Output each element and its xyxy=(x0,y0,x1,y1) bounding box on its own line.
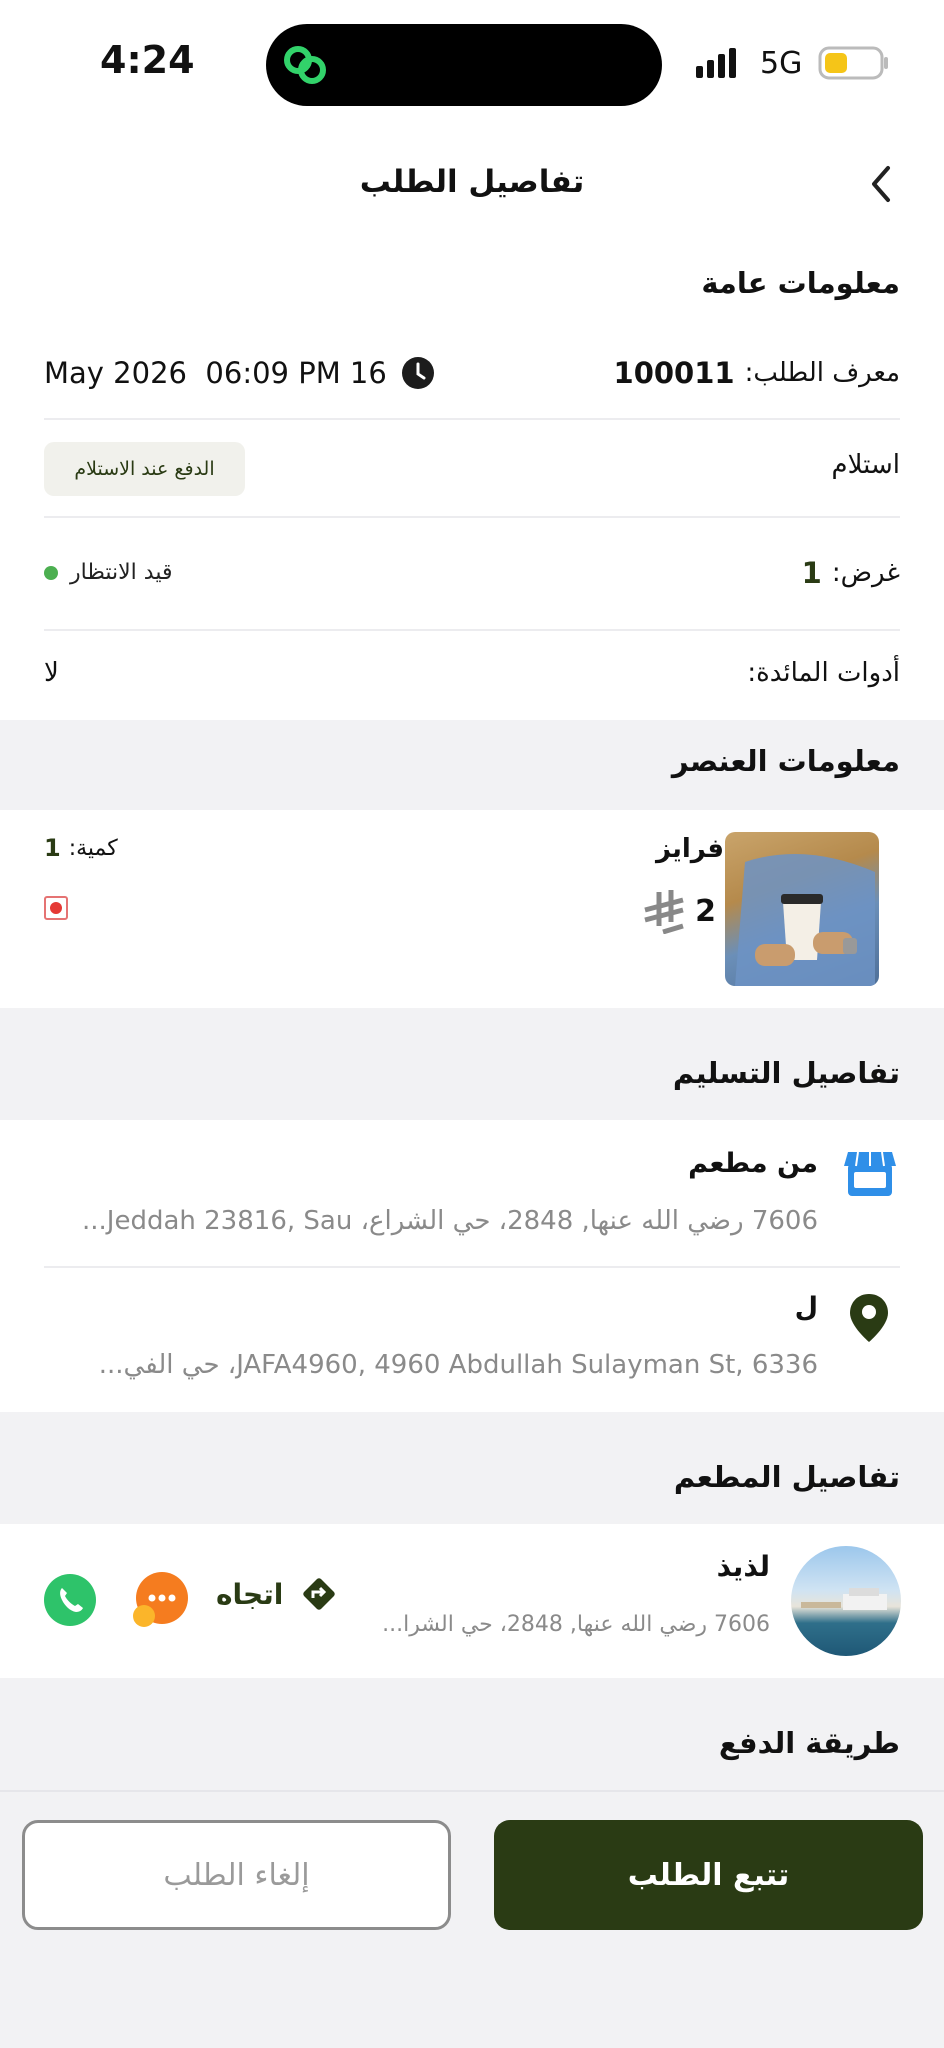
order-datetime: May 2026 06:09 PM 16 xyxy=(44,356,435,390)
purpose-row: غرض: 1 xyxy=(802,556,900,590)
non-veg-indicator-icon xyxy=(44,896,68,920)
payment-section-title: طريقة الدفع xyxy=(718,1726,900,1760)
restaurant-section-title: تفاصيل المطعم xyxy=(673,1460,900,1494)
delivery-section-title: تفاصيل التسليم xyxy=(672,1056,900,1090)
to-title: ل xyxy=(794,1292,818,1323)
network-label: 5G xyxy=(760,46,803,81)
restaurant-header: تفاصيل المطعم xyxy=(0,1412,944,1524)
item-info-header: معلومات العنصر xyxy=(0,720,944,810)
restaurant-address: 7606 رضي الله عنها, 2848، حي الشرا... xyxy=(382,1612,770,1637)
track-order-button[interactable]: تتبع الطلب xyxy=(494,1820,923,1930)
purpose-label: غرض: xyxy=(831,558,900,588)
datetime-text: May 2026 06:09 PM 16 xyxy=(44,356,387,390)
restaurant-avatar xyxy=(791,1546,901,1656)
from-address: 7606 رضي الله عنها, 2848، حي الشراع، Jed… xyxy=(82,1206,818,1236)
harbor-image-icon xyxy=(801,1588,887,1610)
delivery-header: تفاصيل التسليم xyxy=(0,1008,944,1120)
item-image xyxy=(725,832,879,986)
status-bar: 4:24 5G xyxy=(0,0,944,120)
location-pin-icon xyxy=(850,1294,888,1342)
signal-icon xyxy=(696,48,736,78)
cutlery-value: لا xyxy=(44,658,59,688)
direction-button[interactable]: اتجاه xyxy=(216,1576,337,1612)
quantity-label: كمية: xyxy=(68,835,118,861)
item-price-value: 2 xyxy=(695,893,716,929)
dynamic-island xyxy=(266,24,662,106)
chat-icon[interactable] xyxy=(128,1570,190,1630)
status-text: قيد الانتظار xyxy=(70,560,173,585)
payment-badge: الدفع عند الاستلام xyxy=(44,442,245,496)
order-id-label: معرف الطلب: xyxy=(744,358,900,388)
order-id-value: 100011 xyxy=(613,356,735,390)
item-card[interactable]: فرايز 2 كمية: 1 xyxy=(0,810,944,1008)
restaurant-card: لذيذ 7606 رضي الله عنها, 2848، حي الشرا.… xyxy=(0,1524,944,1678)
bottom-action-bar: تتبع الطلب إلغاء الطلب xyxy=(0,1790,944,2048)
app-link-icon xyxy=(284,46,326,84)
item-price: 2 xyxy=(641,888,716,934)
general-info-section: معلومات عامة معرف الطلب: 100011 May 2026… xyxy=(0,240,944,720)
delivery-card: من مطعم 7606 رضي الله عنها, 2848، حي الش… xyxy=(0,1120,944,1412)
quantity-value: 1 xyxy=(44,834,61,862)
status-dot-icon xyxy=(44,565,58,580)
item-name: فرايز xyxy=(655,834,724,864)
from-title: من مطعم xyxy=(688,1148,818,1179)
cancel-order-button[interactable]: إلغاء الطلب xyxy=(22,1820,451,1930)
call-icon[interactable] xyxy=(44,1574,96,1626)
coffee-cup-icon xyxy=(735,854,875,986)
order-id-row: معرف الطلب: 100011 xyxy=(614,356,900,390)
riyal-currency-icon xyxy=(644,890,684,934)
direction-label: اتجاه xyxy=(216,1577,284,1611)
general-section-title: معلومات عامة xyxy=(701,266,900,300)
item-quantity: كمية: 1 xyxy=(44,834,118,862)
clock-icon xyxy=(401,357,434,389)
battery-icon xyxy=(818,46,888,80)
purpose-value: 1 xyxy=(801,556,822,590)
to-address: JAFA4960, 4960 Abdullah Sulayman St, 633… xyxy=(98,1350,818,1380)
order-status: قيد الانتظار xyxy=(44,560,173,585)
header: تفاصيل الطلب xyxy=(0,120,944,240)
page-title: تفاصيل الطلب xyxy=(359,164,585,200)
direction-icon xyxy=(303,1578,336,1610)
item-section-title: معلومات العنصر xyxy=(671,744,900,778)
payment-header: طريقة الدفع xyxy=(0,1678,944,1790)
restaurant-name: لذيذ xyxy=(716,1550,770,1583)
cutlery-label: أدوات المائدة: xyxy=(747,658,900,688)
status-time: 4:24 xyxy=(100,38,195,82)
delivery-type: استلام xyxy=(831,450,900,480)
store-icon xyxy=(844,1151,896,1196)
